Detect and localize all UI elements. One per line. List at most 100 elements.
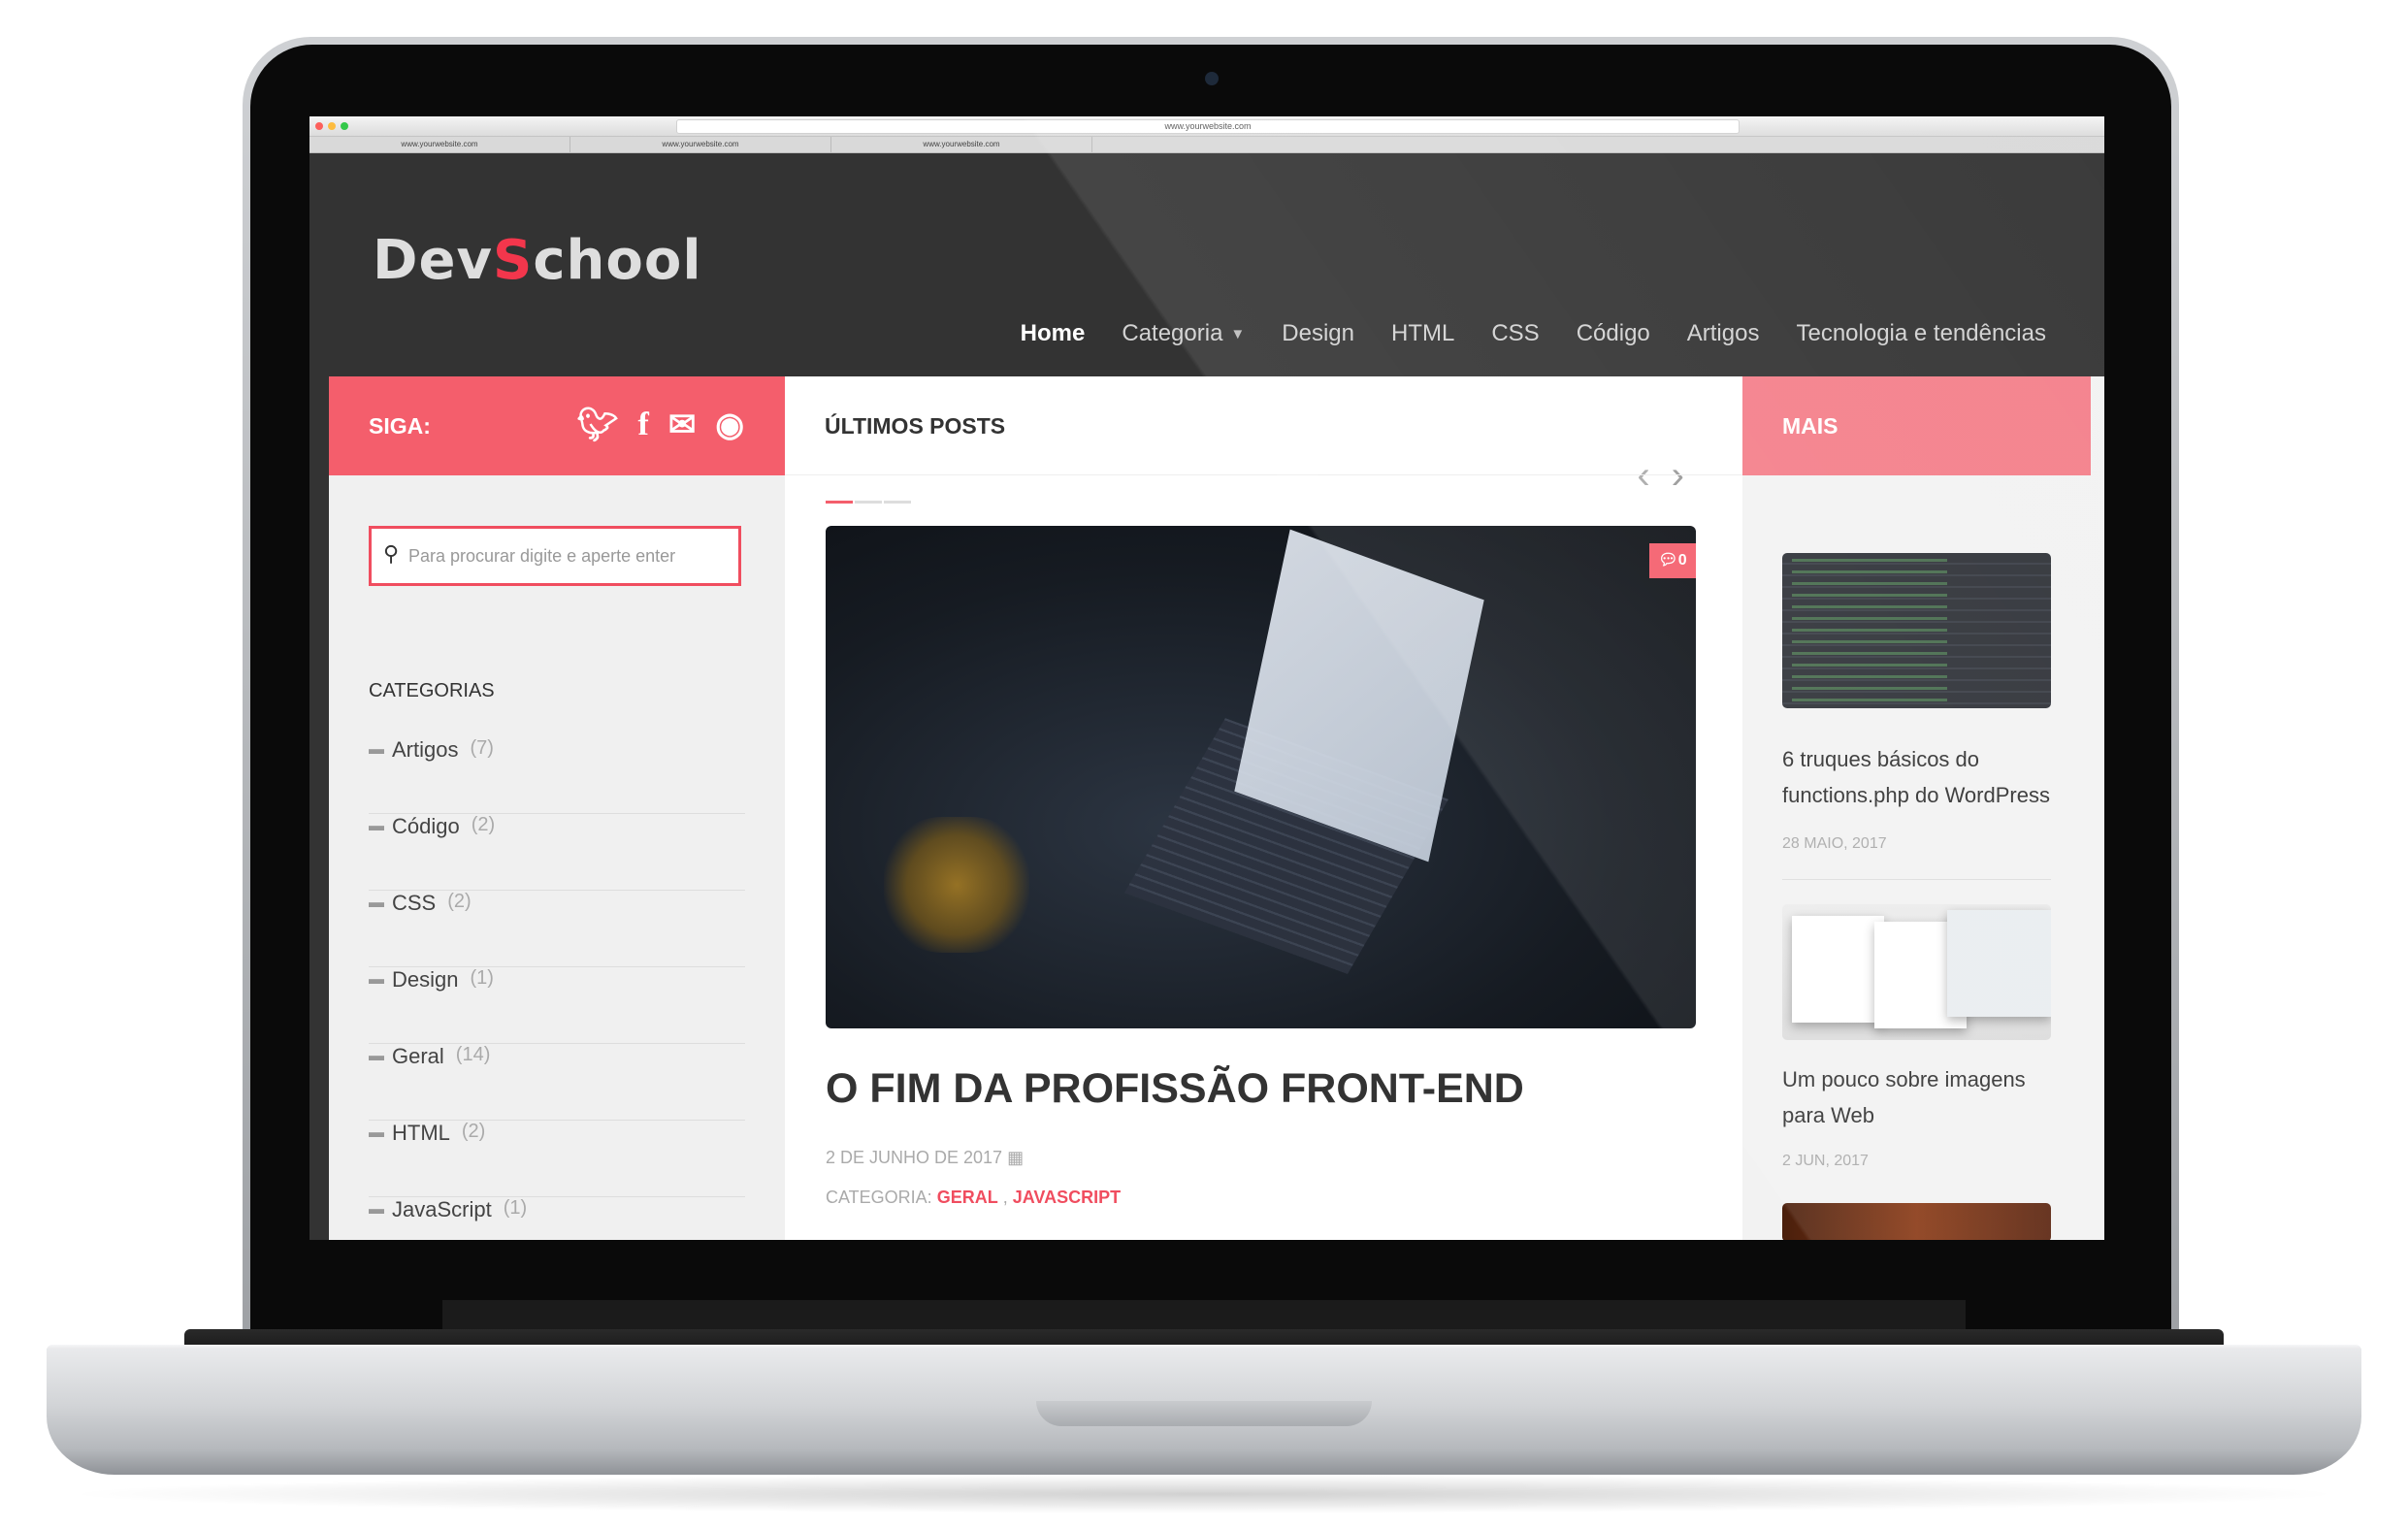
category-count: (7) [470,737,494,759]
main-nav: Home Categoria ▼ Design HTML CSS Código A… [309,320,2046,347]
envelope-icon[interactable]: ✉ [668,406,697,444]
side-post-title[interactable]: Um pouco sobre imagens para Web [1782,1061,2064,1133]
nav-categoria-label: Categoria [1122,320,1223,346]
more-label: MAIS [1782,413,1839,439]
category-item[interactable]: ▬ Artigos (7) [369,737,745,814]
slider-arrows: ‹ › [1637,454,1684,498]
chevron-left-icon[interactable]: ‹ [1637,454,1649,498]
logo-suffix: chool [533,229,702,292]
nav-artigos[interactable]: Artigos [1687,320,1760,347]
slider-dot-active[interactable] [826,501,853,504]
comment-count: 0 [1677,552,1687,569]
category-item[interactable]: ▬ Design (1) [369,967,745,1044]
browser-tab[interactable]: www.yourwebsite.com [309,137,570,152]
slider-indicator [826,501,911,504]
nav-css[interactable]: CSS [1491,320,1539,347]
post-title[interactable]: O FIM DA PROFISSÃO FRONT-END [826,1065,1524,1113]
site-logo[interactable]: DevSchool [373,229,702,292]
category-count: (1) [503,1197,528,1219]
right-sidebar: MAIS 6 truques básicos do functions.php … [1742,376,2104,1240]
category-item[interactable]: ▬ Geral (14) [369,1044,745,1121]
category-link[interactable]: JAVASCRIPT [1013,1188,1121,1207]
post-thumbnail[interactable] [1782,553,2051,708]
category-count: (1) [470,967,494,989]
folder-icon: ▬ [369,741,384,758]
code-image [1792,559,1947,704]
side-post-title[interactable]: 6 truques básicos do functions.php do Wo… [1782,741,2064,813]
window-controls [315,122,348,130]
category-count: (2) [447,891,472,912]
search-icon: ⚲ [383,541,400,566]
category-separator: , [1002,1188,1008,1207]
laptop-screen: www.yourwebsite.com www.yourwebsite.com … [309,116,2104,1240]
category-name: CSS [392,891,437,915]
folder-icon: ▬ [369,818,384,834]
address-bar[interactable]: www.yourwebsite.com [676,119,1740,134]
photo-cloth [884,817,1029,953]
site-header: DevSchool Home Categoria ▼ Design HTML CS… [309,153,2104,376]
caret-down-icon: ▼ [1230,325,1246,342]
category-name: Design [392,967,459,992]
minimize-window-icon[interactable] [328,122,336,130]
nav-codigo[interactable]: Código [1577,320,1650,347]
category-item[interactable]: ▬ HTML (2) [369,1121,745,1197]
nav-design[interactable]: Design [1282,320,1354,347]
slider-dot[interactable] [855,501,882,504]
github-icon[interactable]: ◉ [715,406,744,444]
laptop-opening-notch [1036,1401,1372,1426]
slider-dot[interactable] [884,501,911,504]
maximize-window-icon[interactable] [341,122,348,130]
category-name: HTML [392,1121,450,1145]
category-count: (14) [455,1044,491,1065]
latest-posts: ÚLTIMOS POSTS ‹ › 💬︎0 O FIM DA PROFISSÃO… [785,376,1742,1240]
post-thumbnail[interactable] [1782,1203,2051,1240]
post-date: 2 DE JUNHO DE 2017 ▦ [826,1148,1024,1168]
browser-tab[interactable]: www.yourwebsite.com [831,137,1092,152]
close-window-icon[interactable] [315,122,323,130]
chevron-right-icon[interactable]: › [1672,454,1684,498]
browser-tab[interactable]: www.yourwebsite.com [570,137,831,152]
folder-icon: ▬ [369,1201,384,1218]
post-categories: CATEGORIA: GERAL , JAVASCRIPT [826,1188,1121,1208]
camera-icon [1205,72,1219,85]
search-field[interactable]: ⚲ Para procurar digite e aperte enter [369,526,741,586]
logo-accent: S [492,229,534,292]
thumbnail-card [1792,916,1884,1023]
left-sidebar: SIGA: 🐦︎ f ✉ ◉ ⚲ Para procurar digite e … [329,376,785,1240]
nav-home[interactable]: Home [1021,320,1086,347]
nav-tecnologia[interactable]: Tecnologia e tendências [1796,320,2046,347]
side-post-date: 2 JUN, 2017 [1782,1153,1869,1169]
category-name: JavaScript [392,1197,492,1221]
folder-icon: ▬ [369,895,384,911]
divider [1782,879,2051,880]
nav-html[interactable]: HTML [1391,320,1454,347]
laptop-hinge [442,1300,1966,1331]
follow-label: SIGA: [369,413,431,439]
section-title: ÚLTIMOS POSTS [825,413,1006,439]
follow-bar: SIGA: 🐦︎ f ✉ ◉ [329,376,785,475]
category-name: Código [392,814,460,838]
twitter-icon[interactable]: 🐦︎ [576,406,618,444]
category-count: (2) [461,1121,486,1142]
nav-categoria[interactable]: Categoria ▼ [1122,320,1245,347]
side-post-date: 28 MAIO, 2017 [1782,835,1887,852]
facebook-icon[interactable]: f [638,406,649,444]
featured-image[interactable]: 💬︎0 [826,526,1696,1028]
category-item[interactable]: ▬ JavaScript (1) [369,1197,745,1240]
browser-tabs: www.yourwebsite.com www.yourwebsite.com … [309,137,2104,153]
calendar-icon: ▦ [1007,1148,1025,1167]
category-item[interactable]: ▬ Código (2) [369,814,745,891]
category-item[interactable]: ▬ CSS (2) [369,891,745,967]
category-link[interactable]: GERAL [937,1188,998,1207]
post-thumbnail[interactable] [1782,904,2051,1040]
social-links: 🐦︎ f ✉ ◉ [576,406,744,444]
folder-icon: ▬ [369,1124,384,1141]
comment-badge[interactable]: 💬︎0 [1649,543,1696,578]
category-name: Geral [392,1044,444,1068]
more-bar: MAIS [1742,376,2091,475]
category-name: Artigos [392,737,459,762]
category-count: (2) [471,814,496,835]
categories-list: ▬ Artigos (7) ▬ Código (2) ▬ CSS (2) ▬ Design (1… [369,737,745,1240]
browser-toolbar: www.yourwebsite.com [309,116,2104,137]
divider [785,474,1742,475]
